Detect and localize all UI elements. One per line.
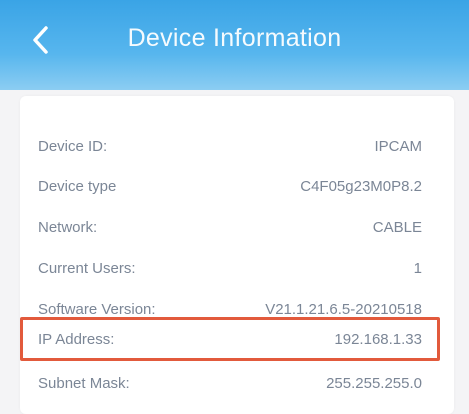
row-label: Subnet Mask: — [38, 374, 130, 392]
row-current-users: Current Users: 1 — [20, 248, 440, 288]
row-label: IP Address: — [38, 330, 115, 348]
row-value: 255.255.255.0 — [326, 374, 422, 392]
row-value: 1 — [413, 259, 422, 277]
row-label: Network: — [38, 218, 98, 236]
row-network: Network: CABLE — [20, 207, 440, 247]
header-bar: Device Information — [0, 0, 469, 90]
row-device-type: Device type C4F05g23M0P8.2 — [20, 166, 440, 206]
row-device-id: Device ID: IPCAM — [20, 126, 440, 166]
row-value: V21.1.21.6.5-20210518 — [265, 300, 422, 318]
row-label: Current Users: — [38, 259, 136, 277]
row-label: Software Version: — [38, 300, 156, 318]
row-value: 192.168.1.33 — [334, 330, 422, 348]
row-subnet-mask: Subnet Mask: 255.255.255.0 — [20, 363, 440, 403]
row-value: CABLE — [372, 218, 422, 236]
device-information-screen: Device Information Device ID: IPCAM Devi… — [0, 0, 469, 414]
page-title: Device Information — [127, 24, 342, 52]
row-value: C4F05g23M0P8.2 — [300, 177, 422, 195]
row-ip-address: IP Address: 192.168.1.33 — [20, 317, 440, 361]
row-label: Device ID: — [38, 137, 108, 155]
row-value: IPCAM — [374, 137, 422, 155]
row-label: Device type — [38, 177, 117, 195]
